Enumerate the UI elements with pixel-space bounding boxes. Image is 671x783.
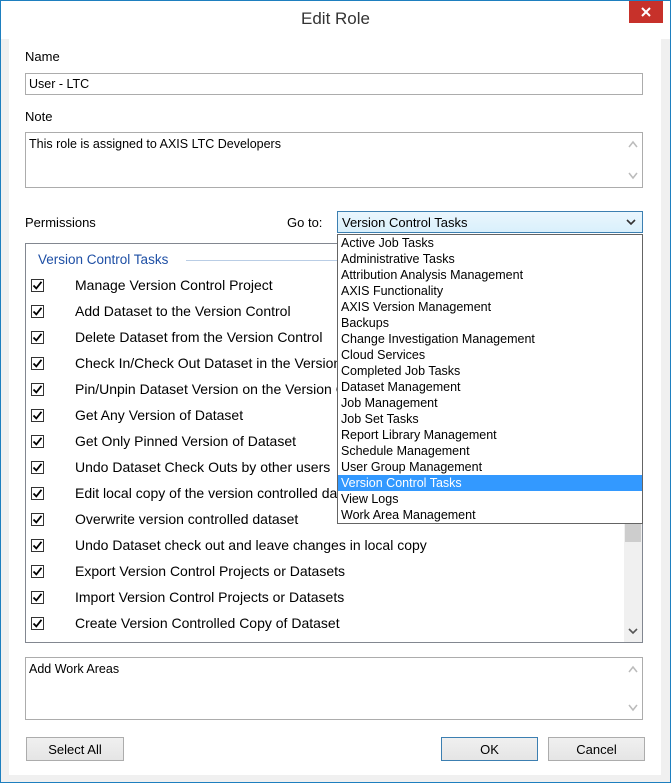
select-all-button[interactable]: Select All: [26, 737, 124, 761]
checkmark-icon: [32, 489, 43, 498]
permission-label: Import Version Control Projects or Datas…: [75, 589, 345, 605]
dropdown-option[interactable]: Administrative Tasks: [338, 251, 642, 267]
permission-row[interactable]: Create Version Controlled Copy of Datase…: [26, 612, 626, 638]
note-scrollbar[interactable]: [624, 133, 642, 187]
dropdown-option[interactable]: Active Job Tasks: [338, 235, 642, 251]
checkmark-icon: [32, 463, 43, 472]
note-value: This role is assigned to AXIS LTC Develo…: [29, 137, 281, 151]
checkmark-icon: [32, 411, 43, 420]
permission-label: Undo Dataset Check Outs by other users: [75, 459, 331, 475]
dropdown-option[interactable]: Backups: [338, 315, 642, 331]
goto-dropdown-list: Active Job Tasks Administrative Tasks Attr…: [337, 234, 643, 524]
edit-role-dialog: Edit Role Name User - LTC Note This role…: [0, 0, 671, 783]
dropdown-option[interactable]: Cloud Services: [338, 347, 642, 363]
name-value: User - LTC: [29, 77, 90, 91]
dropdown-option[interactable]: Change Investigation Management: [338, 331, 642, 347]
dialog-content: Name User - LTC Note This role is assign…: [9, 39, 661, 775]
dropdown-option[interactable]: Job Set Tasks: [338, 411, 642, 427]
permission-label: Edit local copy of the version controlle…: [75, 485, 368, 501]
description-value: Add Work Areas: [29, 662, 120, 676]
checkmark-icon: [32, 515, 43, 524]
dropdown-option[interactable]: Work Area Management: [338, 507, 642, 523]
dropdown-option[interactable]: AXIS Version Management: [338, 299, 642, 315]
ok-button[interactable]: OK: [441, 737, 538, 761]
note-input[interactable]: This role is assigned to AXIS LTC Develo…: [25, 132, 643, 188]
permission-checkbox[interactable]: [31, 409, 44, 422]
scrollbar-thumb[interactable]: [625, 524, 641, 542]
permission-checkbox[interactable]: [31, 565, 44, 578]
permission-label: Pin/Unpin Dataset Version on the Version…: [75, 381, 381, 397]
permission-label: Get Any Version of Dataset: [75, 407, 244, 423]
permissions-label: Permissions: [25, 215, 96, 230]
permission-checkbox[interactable]: [31, 331, 44, 344]
dropdown-option[interactable]: Attribution Analysis Management: [338, 267, 642, 283]
dropdown-option[interactable]: AXIS Functionality: [338, 283, 642, 299]
dropdown-option[interactable]: Job Management: [338, 395, 642, 411]
description-scrollbar[interactable]: [624, 658, 642, 719]
permission-checkbox[interactable]: [31, 435, 44, 448]
checkmark-icon: [32, 437, 43, 446]
permission-label: Delete Dataset from the Version Control: [75, 329, 323, 345]
permission-checkbox[interactable]: [31, 513, 44, 526]
goto-select[interactable]: Version Control Tasks: [337, 211, 643, 233]
scroll-down-icon[interactable]: [628, 628, 638, 635]
permission-checkbox[interactable]: [31, 305, 44, 318]
permission-checkbox[interactable]: [31, 591, 44, 604]
permission-label: Undo Dataset check out and leave changes…: [75, 537, 427, 553]
permission-label: Export Version Control Projects or Datas…: [75, 563, 346, 579]
permission-row[interactable]: Undo Dataset check out and leave changes…: [26, 534, 626, 560]
checkmark-icon: [32, 619, 43, 628]
checkmark-icon: [32, 541, 43, 550]
scroll-down-icon[interactable]: [628, 704, 638, 712]
window-title: Edit Role: [301, 9, 370, 28]
dropdown-option[interactable]: Completed Job Tasks: [338, 363, 642, 379]
permission-row[interactable]: Import Version Control Projects or Datas…: [26, 586, 626, 612]
permission-checkbox[interactable]: [31, 383, 44, 396]
permission-checkbox[interactable]: [31, 487, 44, 500]
checkmark-icon: [32, 593, 43, 602]
checkmark-icon: [32, 281, 43, 290]
permission-checkbox[interactable]: [31, 357, 44, 370]
goto-label: Go to:: [287, 215, 323, 230]
note-label: Note: [25, 109, 53, 124]
name-input[interactable]: User - LTC: [25, 73, 643, 95]
permission-checkbox[interactable]: [31, 617, 44, 630]
close-button[interactable]: [629, 1, 663, 23]
permission-checkbox[interactable]: [31, 539, 44, 552]
checkmark-icon: [32, 333, 43, 342]
dropdown-option[interactable]: Dataset Management: [338, 379, 642, 395]
permission-checkbox[interactable]: [31, 461, 44, 474]
checkmark-icon: [32, 567, 43, 576]
dropdown-option[interactable]: Schedule Management: [338, 443, 642, 459]
chevron-down-icon[interactable]: [626, 219, 636, 226]
cancel-button[interactable]: Cancel: [548, 737, 645, 761]
permission-label: Get Only Pinned Version of Dataset: [75, 433, 297, 449]
title-bar: Edit Role: [1, 1, 670, 39]
goto-selected-value: Version Control Tasks: [342, 215, 468, 230]
dropdown-option[interactable]: User Group Management: [338, 459, 642, 475]
description-input[interactable]: Add Work Areas: [25, 657, 643, 720]
scroll-down-icon[interactable]: [628, 172, 638, 180]
permission-label: Manage Version Control Project: [75, 277, 273, 293]
checkmark-icon: [32, 307, 43, 316]
permission-group-title: Version Control Tasks: [38, 252, 169, 267]
scroll-up-icon[interactable]: [628, 140, 638, 148]
scroll-up-icon[interactable]: [628, 665, 638, 673]
permission-row[interactable]: Export Version Control Projects or Datas…: [26, 560, 626, 586]
permission-label: Add Dataset to the Version Control: [75, 303, 291, 319]
dropdown-option[interactable]: Report Library Management: [338, 427, 642, 443]
dropdown-option[interactable]: Version Control Tasks: [338, 475, 642, 491]
close-icon: [641, 7, 651, 17]
permission-label: Overwrite version controlled dataset: [75, 511, 299, 527]
dropdown-option[interactable]: View Logs: [338, 491, 642, 507]
permission-checkbox[interactable]: [31, 279, 44, 292]
checkmark-icon: [32, 385, 43, 394]
permission-label: Create Version Controlled Copy of Datase…: [75, 615, 340, 631]
checkmark-icon: [32, 359, 43, 368]
name-label: Name: [25, 49, 60, 64]
